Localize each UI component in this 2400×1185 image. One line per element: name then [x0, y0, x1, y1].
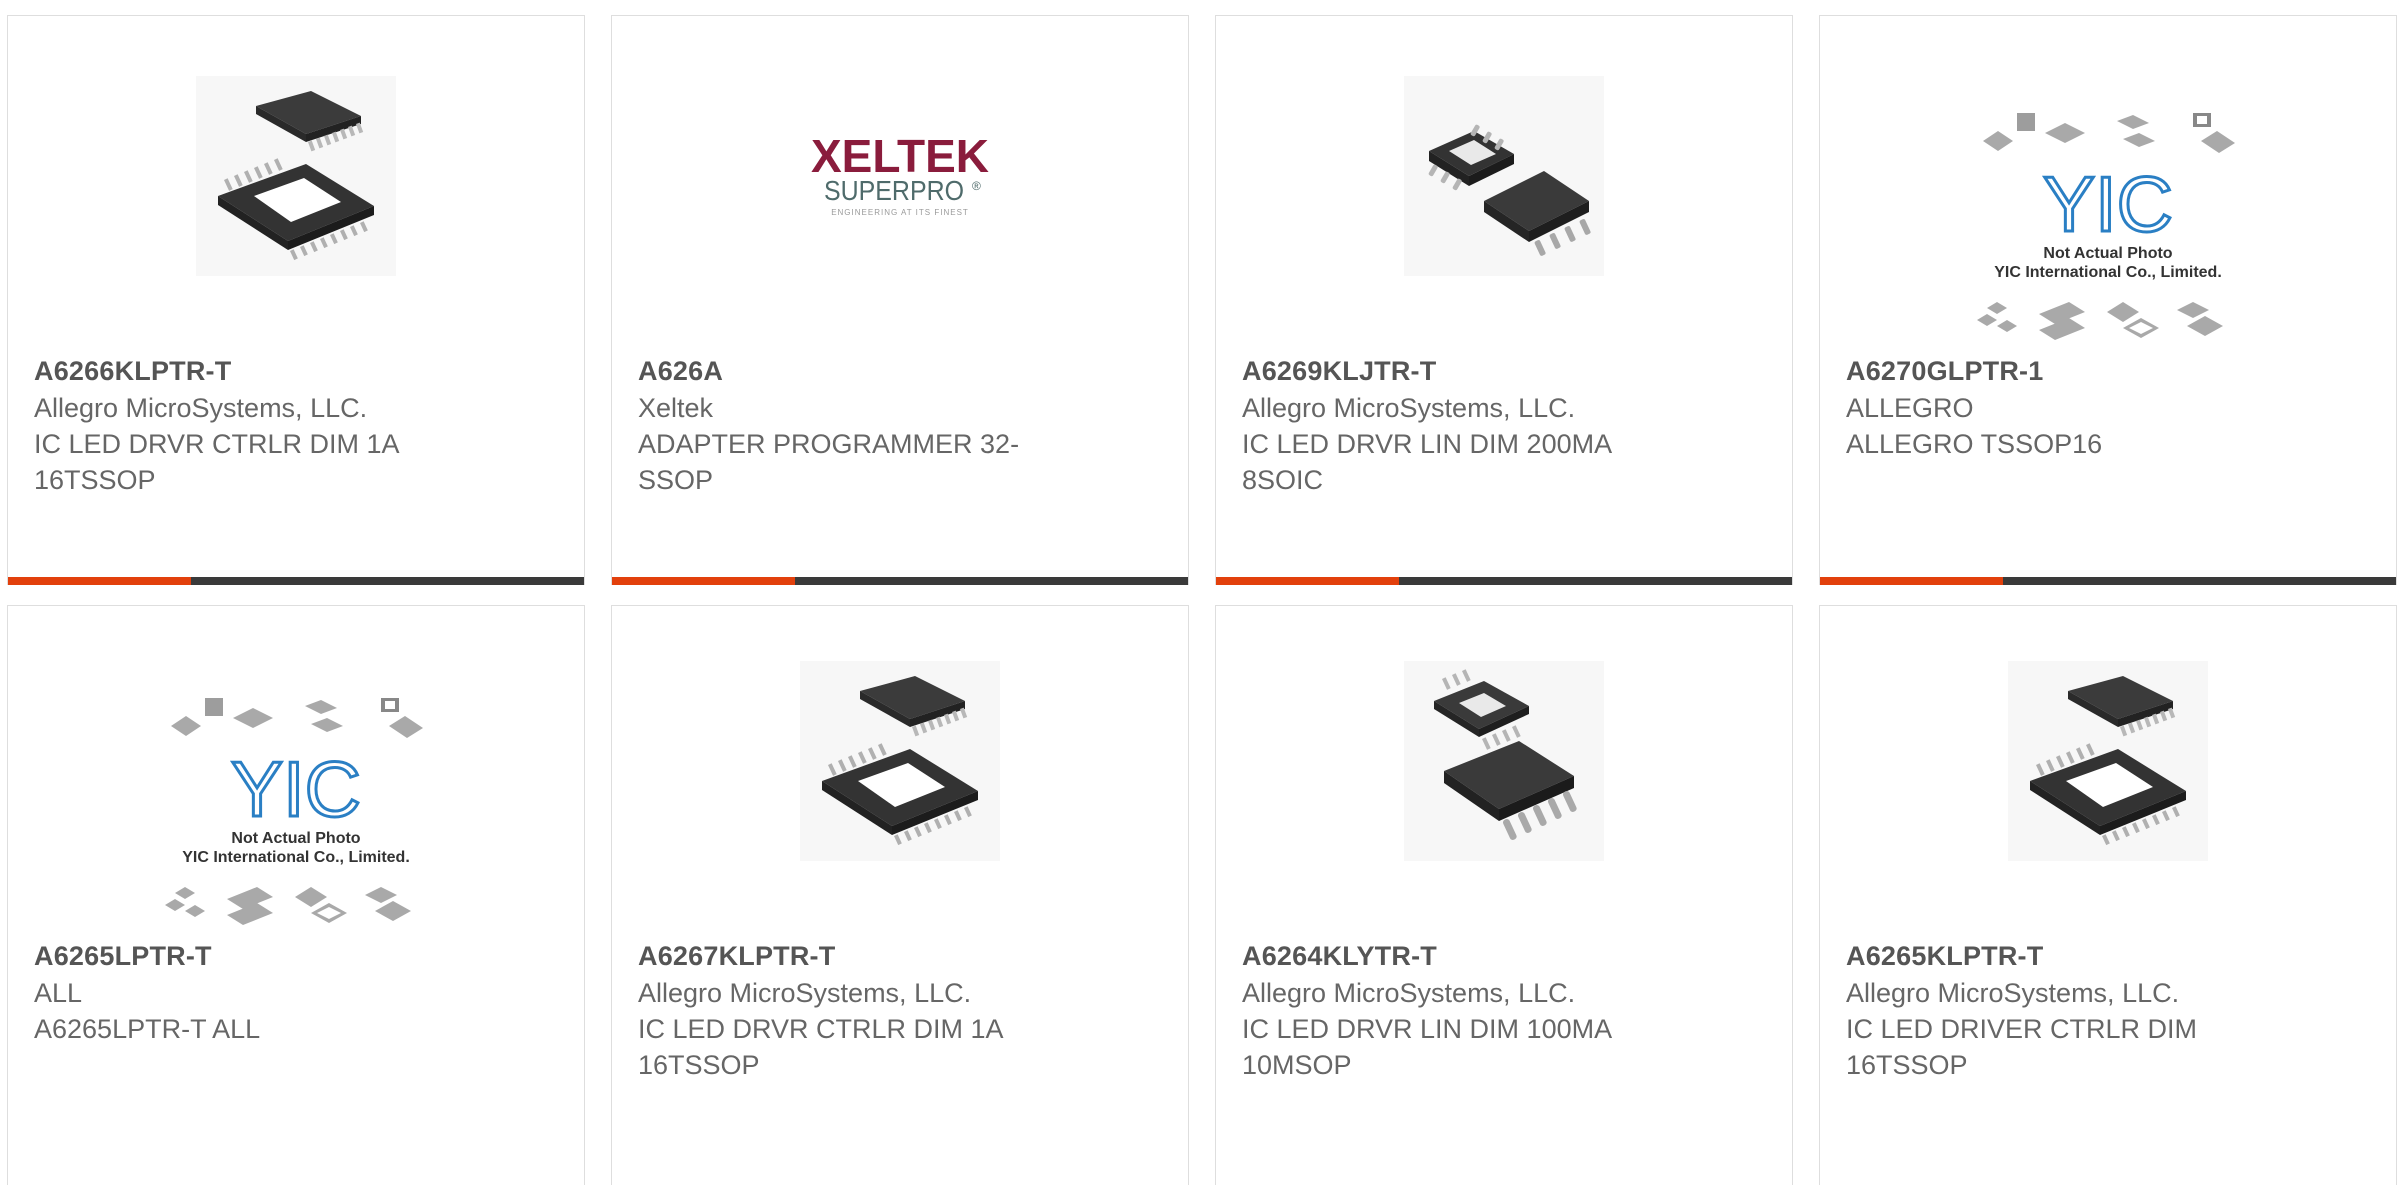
placeholder-line1: Not Actual Photo [231, 830, 360, 847]
part-number-link[interactable]: A6265KLPTR-T [1846, 938, 2370, 974]
product-card[interactable]: A6265KLPTR-T Allegro MicroSystems, LLC. … [1819, 605, 2397, 1185]
product-description: IC LED DRIVER CTRLR DIM 16TSSOP [1846, 1014, 2198, 1080]
msop-chip-image[interactable] [1404, 661, 1604, 861]
tssop-chip-image[interactable] [2008, 661, 2208, 861]
xeltek-reg: ® [972, 179, 981, 193]
xeltek-logo[interactable]: XELTEK SUPERPRO ® ENGINEERING AT ITS FIN… [790, 116, 1010, 236]
product-card[interactable]: A6269KLJTR-T Allegro MicroSystems, LLC. … [1215, 15, 1793, 585]
product-card[interactable]: A6267KLPTR-T Allegro MicroSystems, LLC. … [611, 605, 1189, 1185]
manufacturer-name: Allegro MicroSystems, LLC. [1846, 978, 2180, 1008]
tssop-chip-image[interactable] [196, 76, 396, 276]
accent-segment [1820, 577, 2003, 585]
accent-segment [8, 577, 191, 585]
manufacturer-name: Allegro MicroSystems, LLC. [638, 978, 972, 1008]
product-image-wrap[interactable] [1216, 656, 1792, 866]
product-description: IC LED DRVR LIN DIM 200MA 8SOIC [1242, 429, 1611, 495]
product-grid: A6266KLPTR-T Allegro MicroSystems, LLC. … [0, 0, 2400, 1185]
product-description: IC LED DRVR CTRLR DIM 1A 16TSSOP [638, 1014, 1003, 1080]
product-description: ADAPTER PROGRAMMER 32-SSOP [638, 429, 1020, 495]
part-number-link[interactable]: A6265LPTR-T [34, 938, 558, 974]
manufacturer-name: ALL [34, 978, 83, 1008]
part-number-link[interactable]: A6264KLYTR-T [1242, 938, 1766, 974]
accent-segment [612, 577, 795, 585]
product-card[interactable]: XELTEK SUPERPRO ® ENGINEERING AT ITS FIN… [611, 15, 1189, 585]
part-number-link[interactable]: A6270GLPTR-1 [1846, 353, 2370, 389]
manufacturer-name: ALLEGRO [1846, 393, 1974, 423]
tssop-chip-image[interactable] [800, 661, 1000, 861]
manufacturer-name: Xeltek [638, 393, 714, 423]
product-card[interactable]: YIC Not Actual Photo YIC International C… [7, 605, 585, 1185]
placeholder-image[interactable]: YIC Not Actual Photo YIC International C… [161, 696, 431, 936]
part-number-link[interactable]: A6269KLJTR-T [1242, 353, 1766, 389]
manufacturer-name: Allegro MicroSystems, LLC. [34, 393, 368, 423]
manufacturer-name: Allegro MicroSystems, LLC. [1242, 393, 1576, 423]
product-card[interactable]: A6266KLPTR-T Allegro MicroSystems, LLC. … [7, 15, 585, 585]
part-number-link[interactable]: A626A [638, 353, 1162, 389]
soic-chip-image[interactable] [1404, 76, 1604, 276]
placeholder-line2: YIC International Co., Limited. [182, 849, 410, 866]
product-card[interactable]: YIC Not Actual Photo YIC International C… [1819, 15, 2397, 585]
card-accent-bar [1820, 577, 2396, 585]
product-image-wrap[interactable] [1216, 71, 1792, 281]
placeholder-line1: Not Actual Photo [2043, 245, 2172, 262]
product-image-wrap[interactable] [612, 656, 1188, 866]
xeltek-tagline: ENGINEERING AT ITS FINEST [831, 208, 969, 217]
placeholder-line2: YIC International Co., Limited. [1994, 264, 2222, 281]
product-image-wrap[interactable]: YIC Not Actual Photo YIC International C… [8, 691, 584, 941]
manufacturer-name: Allegro MicroSystems, LLC. [1242, 978, 1576, 1008]
product-description: IC LED DRVR CTRLR DIM 1A 16TSSOP [34, 429, 399, 495]
product-image-wrap[interactable]: XELTEK SUPERPRO ® ENGINEERING AT ITS FIN… [612, 71, 1188, 281]
accent-segment [1216, 577, 1399, 585]
placeholder-image[interactable]: YIC Not Actual Photo YIC International C… [1973, 111, 2243, 351]
xeltek-sub: SUPERPRO [824, 175, 964, 206]
yic-logo: YIC [231, 745, 361, 833]
part-number-link[interactable]: A6267KLPTR-T [638, 938, 1162, 974]
card-accent-bar [8, 577, 584, 585]
product-description: A6265LPTR-T ALL [34, 1014, 261, 1044]
card-accent-bar [612, 577, 1188, 585]
product-image-wrap[interactable] [1820, 656, 2396, 866]
product-description: ALLEGRO TSSOP16 [1846, 429, 2103, 459]
card-accent-bar [1216, 577, 1792, 585]
product-description: IC LED DRVR LIN DIM 100MA 10MSOP [1242, 1014, 1611, 1080]
product-image-wrap[interactable]: YIC Not Actual Photo YIC International C… [1820, 101, 2396, 361]
product-card[interactable]: A6264KLYTR-T Allegro MicroSystems, LLC. … [1215, 605, 1793, 1185]
product-image-wrap[interactable] [8, 71, 584, 281]
yic-logo: YIC [2043, 160, 2173, 248]
part-number-link[interactable]: A6266KLPTR-T [34, 353, 558, 389]
